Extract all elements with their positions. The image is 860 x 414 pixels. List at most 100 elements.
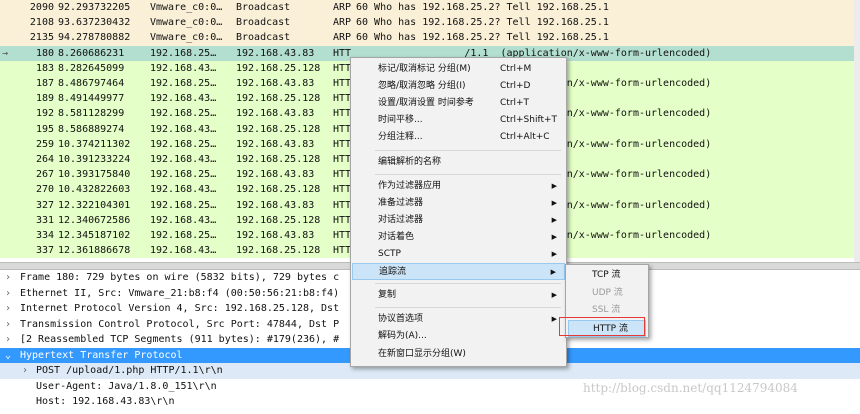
expand-arrow-icon[interactable]: › — [5, 317, 15, 333]
packet-source: 192.168.43… — [150, 245, 217, 257]
menu-item-label: 设置/取消设置 时间参考 — [378, 98, 474, 109]
menu-separator — [375, 307, 561, 309]
menu-decode-as[interactable]: 解码为(A)... — [352, 328, 565, 345]
submenu-arrow-icon: ▶ — [550, 268, 556, 277]
menu-conversation-filter[interactable]: 对话过滤器 ▶ — [352, 212, 565, 229]
packet-destination: 192.168.43.83 — [236, 108, 315, 120]
packet-time: 10.393175840 — [58, 169, 131, 181]
menu-colorize-conversation[interactable]: 对话着色 ▶ — [352, 229, 565, 246]
expand-arrow-icon[interactable]: › — [5, 332, 15, 348]
menu-mark-packet[interactable]: 标记/取消标记 分组(M) Ctrl+M — [352, 61, 565, 78]
follow-stream-submenu: TCP 流 UDP 流 SSL 流 HTTP 流 — [565, 264, 649, 338]
packet-number: 187 — [35, 78, 54, 89]
menu-separator — [375, 173, 561, 175]
submenu-tcp-stream[interactable]: TCP 流 — [568, 267, 646, 284]
packet-time: 8.581128299 — [58, 108, 125, 120]
packet-destination: 192.168.25.128 — [236, 93, 321, 105]
expand-arrow-icon[interactable]: › — [22, 363, 32, 379]
packet-destination: 192.168.43.83 — [236, 169, 315, 181]
menu-sctp[interactable]: SCTP ▶ — [352, 246, 565, 263]
packet-row[interactable]: 2108 93.637230432 Vmware_c0:0… Broadcast ARP… — [0, 15, 860, 31]
menu-time-reference[interactable]: 设置/取消设置 时间参考 Ctrl+T — [352, 95, 565, 112]
submenu-arrow-icon: ▶ — [551, 198, 557, 207]
packet-time: 94.278780882 — [58, 32, 131, 44]
packet-number: 327 — [35, 199, 54, 211]
packet-number: 337 — [35, 245, 54, 257]
menu-item-label: 对话着色 — [378, 231, 415, 242]
packet-destination: Broadcast — [236, 17, 291, 29]
expand-arrow-icon[interactable]: › — [5, 270, 15, 286]
detail-text: Host: 192.168.43.83\r\n — [36, 396, 175, 407]
submenu-udp-stream: UDP 流 — [568, 285, 646, 302]
packet-source: 192.168.43… — [150, 184, 217, 196]
menu-item-shortcut: Ctrl+D — [500, 81, 531, 92]
packet-number: 2108 — [29, 17, 54, 29]
packet-destination: 192.168.43.83 — [236, 199, 315, 211]
menu-item-label: 解码为(A)... — [378, 331, 427, 342]
packet-row[interactable]: 2090 92.293732205 Vmware_c0:0… Broadcast ARP… — [0, 0, 860, 16]
detail-text: Transmission Control Protocol, Src Port:… — [20, 318, 340, 330]
packet-source: Vmware_c0:0… — [150, 2, 223, 13]
packet-source: 192.168.25… — [150, 108, 217, 120]
packet-destination: 192.168.43.83 — [236, 47, 315, 59]
menu-separator — [375, 149, 561, 151]
submenu-item-label: HTTP 流 — [593, 323, 628, 334]
menu-separator — [375, 283, 561, 285]
menu-item-label: 标记/取消标记 分组(M) — [378, 64, 471, 74]
menu-apply-as-filter[interactable]: 作为过滤器应用 ▶ — [352, 178, 565, 195]
packet-source: 192.168.25… — [150, 230, 217, 241]
collapse-arrow-icon[interactable]: ⌄ — [5, 348, 15, 364]
packet-destination: 192.168.25.128 — [236, 184, 321, 196]
packet-source: 192.168.43… — [150, 214, 217, 226]
packet-number: 267 — [35, 169, 54, 181]
submenu-http-stream[interactable]: HTTP 流 — [568, 319, 646, 337]
detail-row[interactable]: Host: 192.168.43.83\r\n — [0, 394, 860, 410]
packet-time: 12.361886678 — [58, 245, 131, 257]
menu-time-shift[interactable]: 时间平移... Ctrl+Shift+T — [352, 112, 565, 129]
detail-text: User-Agent: Java/1.8.0_151\r\n — [36, 380, 217, 392]
menu-protocol-preferences[interactable]: 协议首选项 ▶ — [352, 311, 565, 328]
detail-text: POST /upload/1.php HTTP/1.1\r\n — [36, 365, 223, 376]
packet-list-scrollbar[interactable] — [854, 0, 860, 262]
packet-time: 10.391233224 — [58, 154, 131, 165]
packet-destination: 192.168.25.128 — [236, 123, 321, 135]
detail-text: Hypertext Transfer Protocol — [20, 349, 183, 361]
row-marker: → — [2, 47, 9, 59]
packet-source: 192.168.43… — [150, 62, 217, 74]
packet-destination: Broadcast — [236, 2, 291, 13]
packet-number: 2090 — [29, 2, 54, 13]
packet-time: 92.293732205 — [58, 2, 131, 13]
submenu-arrow-icon: ▶ — [551, 291, 557, 300]
packet-number: 331 — [35, 214, 54, 226]
packet-number: 270 — [35, 184, 54, 196]
packet-destination: 192.168.25.128 — [236, 214, 321, 226]
detail-text: [2 Reassembled TCP Segments (911 bytes):… — [20, 334, 340, 345]
submenu-arrow-icon: ▶ — [551, 181, 557, 190]
packet-source: Vmware_c0:0… — [150, 32, 223, 44]
packet-row[interactable]: 2135 94.278780882 Vmware_c0:0… Broadcast ARP… — [0, 30, 860, 46]
packet-protocol: ARP — [333, 17, 352, 29]
packet-time: 8.586889274 — [58, 123, 125, 135]
packet-number: 180 — [35, 47, 54, 59]
menu-item-label: 准备过滤器 — [378, 197, 424, 208]
packet-time: 93.637230432 — [58, 17, 131, 29]
packet-time: 8.491449977 — [58, 93, 125, 105]
menu-copy[interactable]: 复制 ▶ — [352, 287, 565, 304]
packet-source: 192.168.25… — [150, 199, 217, 211]
menu-item-label: 作为过滤器应用 — [378, 180, 442, 191]
packet-protocol: ARP — [333, 2, 352, 13]
menu-prepare-filter[interactable]: 准备过滤器 ▶ — [352, 195, 565, 212]
submenu-arrow-icon: ▶ — [551, 315, 557, 324]
menu-edit-resolved-name[interactable]: 编辑解析的名称 — [352, 154, 565, 171]
packet-destination: 192.168.25.128 — [236, 245, 321, 257]
menu-ignore-packet[interactable]: 忽略/取消忽略 分组(I) Ctrl+D — [352, 78, 565, 95]
menu-follow-stream[interactable]: 追踪流 ▶ — [352, 263, 565, 281]
submenu-arrow-icon: ▶ — [551, 232, 557, 241]
submenu-item-label: TCP 流 — [592, 270, 621, 280]
packet-destination: 192.168.43.83 — [236, 230, 315, 241]
expand-arrow-icon[interactable]: › — [5, 301, 15, 317]
expand-arrow-icon[interactable]: › — [5, 286, 15, 302]
menu-packet-comment[interactable]: 分组注释... Ctrl+Alt+C — [352, 129, 565, 146]
detail-text: Internet Protocol Version 4, Src: 192.16… — [20, 303, 340, 314]
menu-show-in-new-window[interactable]: 在新窗口显示分组(W) — [352, 346, 565, 363]
